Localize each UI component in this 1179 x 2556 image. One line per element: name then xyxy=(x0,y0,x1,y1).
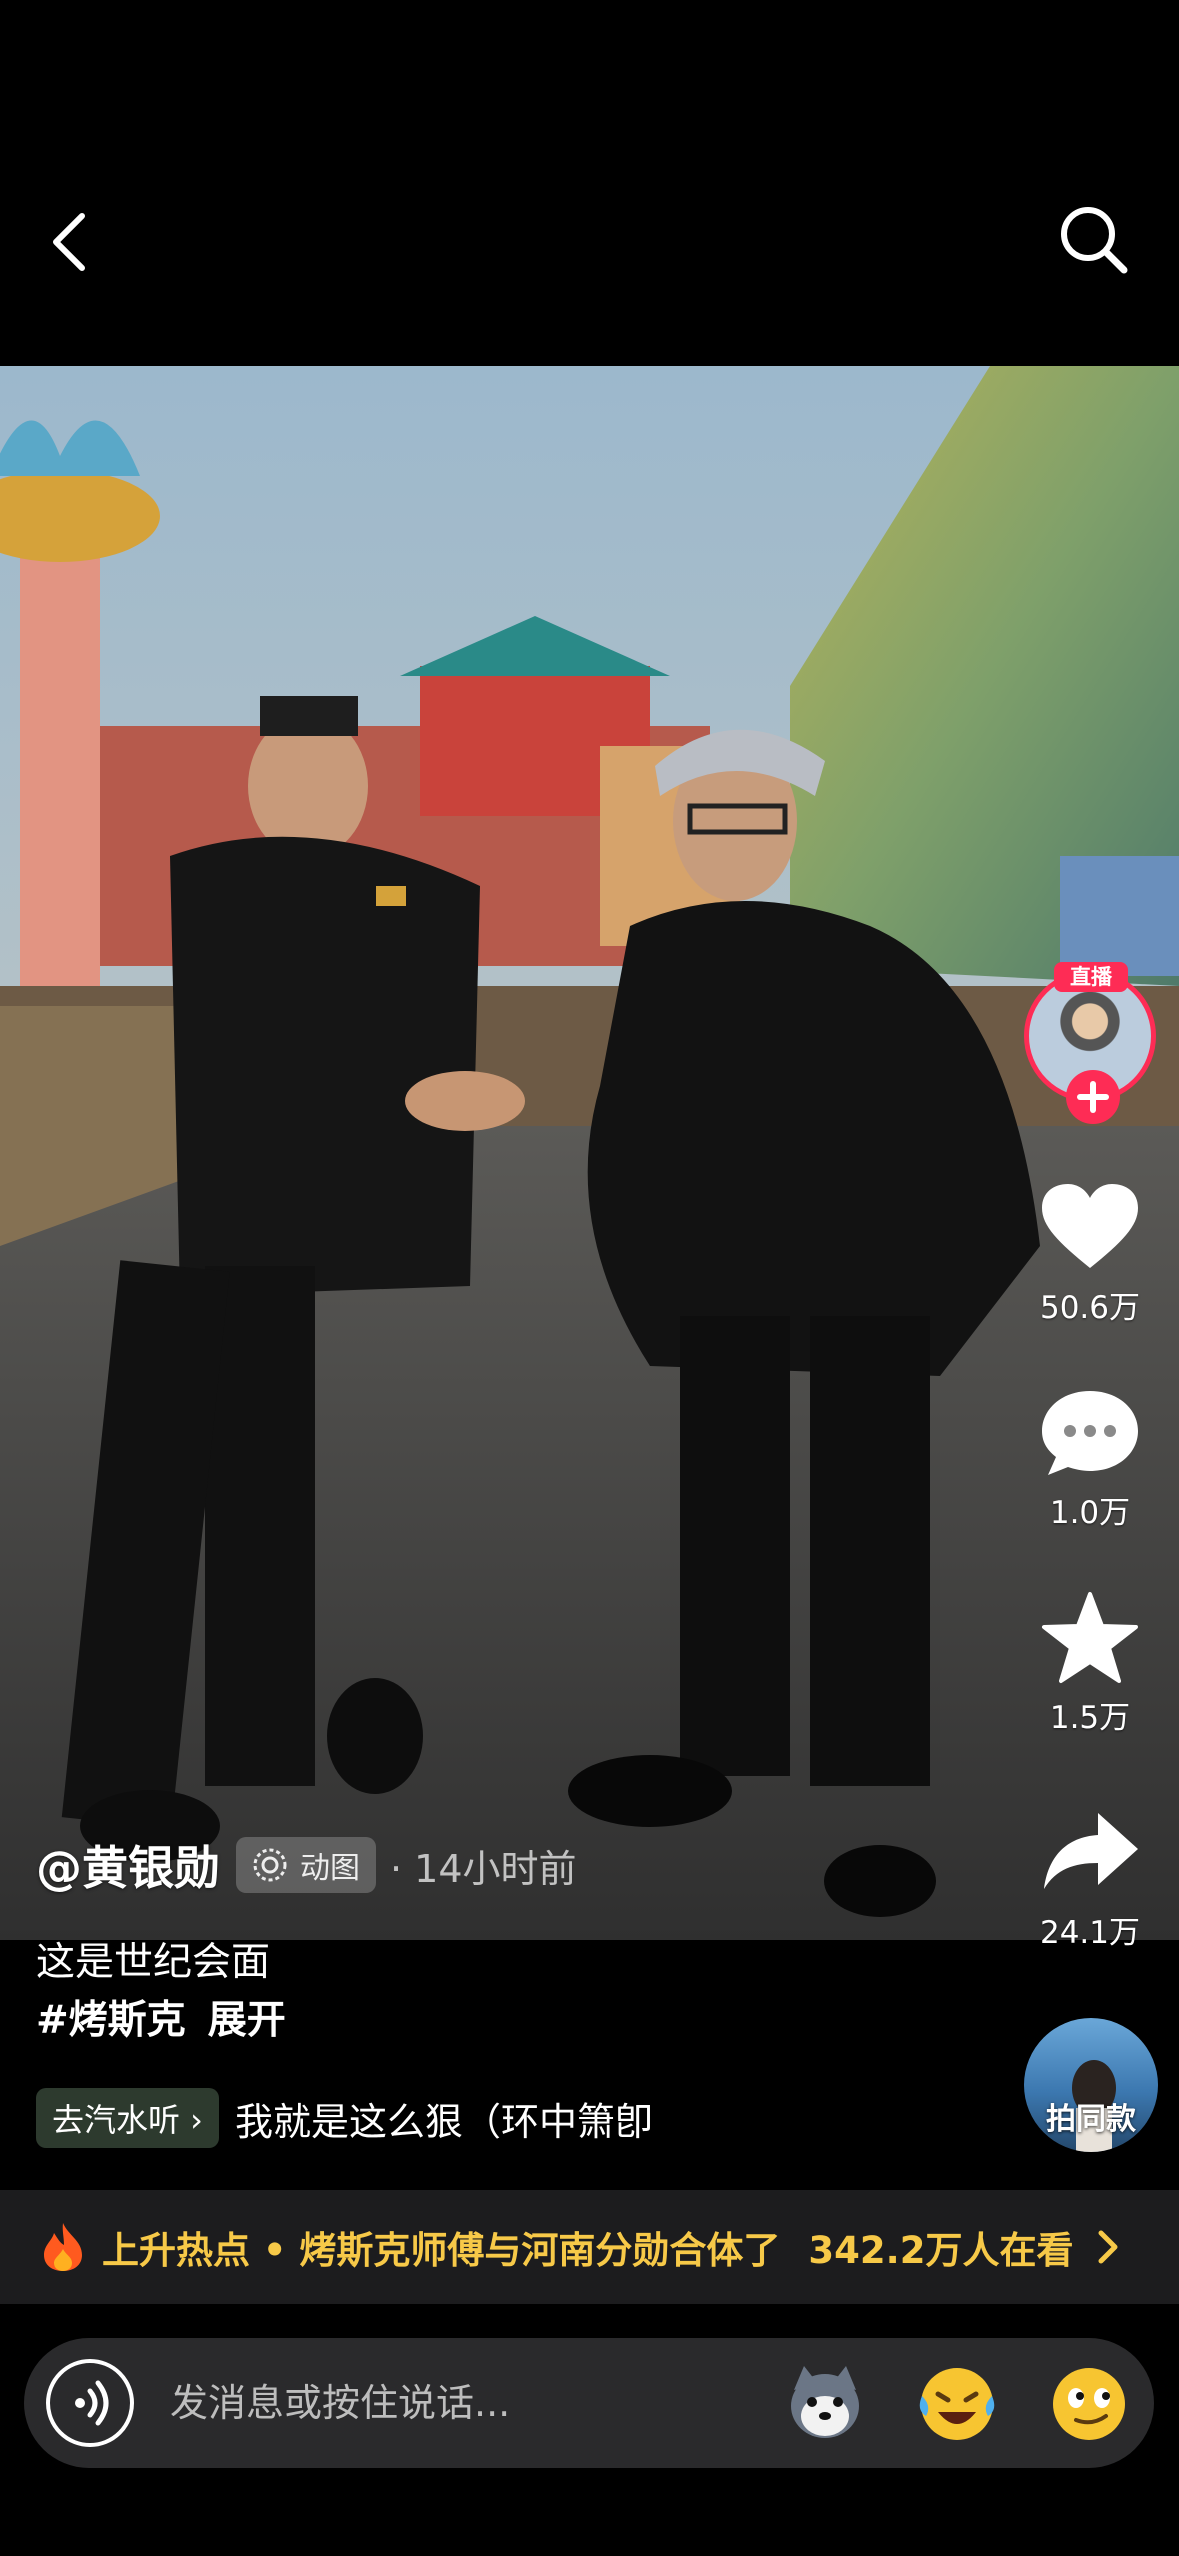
top-bar xyxy=(0,0,1179,366)
expand-caption-button[interactable]: 展开 xyxy=(208,1992,286,2050)
comment-icon xyxy=(1042,1391,1138,1475)
media-type-tag: 动图 xyxy=(236,1837,376,1893)
media-type-label: 动图 xyxy=(300,1851,360,1886)
listen-in-soda-button[interactable]: 去汽水听 › xyxy=(36,2088,219,2148)
husky-emoji-button[interactable] xyxy=(782,2360,868,2446)
post-time: · 14小时前 xyxy=(390,1846,577,1891)
like-button[interactable]: 50.6万 xyxy=(1010,1180,1170,1327)
star-icon xyxy=(1042,1592,1138,1683)
share-button[interactable]: 24.1万 xyxy=(1010,1805,1170,1952)
favorite-button[interactable]: 1.5万 xyxy=(1010,1590,1170,1737)
comment-button[interactable]: 1.0万 xyxy=(1010,1385,1170,1532)
laughing-crying-emoji-button[interactable] xyxy=(914,2360,1000,2446)
voice-wave-icon xyxy=(75,2380,109,2426)
gif-motion-icon xyxy=(253,1848,287,1882)
hashtag-link[interactable]: #烤斯克 xyxy=(36,1992,186,2050)
trending-topic: 上升热点 • 烤斯克师傅与河南分勋合体了 xyxy=(102,2229,781,2272)
message-input[interactable] xyxy=(170,2370,730,2436)
smirk-emoji-button[interactable] xyxy=(1046,2360,1132,2446)
plus-icon xyxy=(1077,1081,1109,1113)
comment-count: 1.0万 xyxy=(1049,1495,1131,1531)
video-frame-image xyxy=(0,366,1179,1940)
follow-plus-button[interactable] xyxy=(1066,1070,1120,1124)
search-button[interactable] xyxy=(1054,200,1134,280)
husky-emoji-icon xyxy=(791,2366,859,2438)
author-line: @黄银勋 动图 · 14小时前 xyxy=(36,1833,577,1897)
chevron-left-icon xyxy=(53,213,85,271)
live-badge: 直播 xyxy=(1054,962,1128,992)
caption: 这是世纪会面 #烤斯克 展开 xyxy=(36,1934,286,2050)
laughing-crying-emoji-icon xyxy=(919,2368,995,2440)
video-player[interactable] xyxy=(0,366,1179,1940)
favorite-count: 1.5万 xyxy=(1049,1700,1131,1736)
voice-input-button[interactable] xyxy=(46,2359,134,2447)
shoot-same-style-label: 拍同款 xyxy=(1046,2102,1136,2137)
trending-banner[interactable]: 上升热点 • 烤斯克师傅与河南分勋合体了 342.2万人在看 xyxy=(0,2190,1179,2304)
music-title[interactable]: 我就是这么狠（环中箫卽 xyxy=(235,2091,653,2146)
back-button[interactable] xyxy=(38,206,102,278)
message-composer xyxy=(24,2338,1154,2468)
shoot-same-style-button[interactable]: 拍同款 xyxy=(1024,2018,1158,2152)
chevron-right-icon xyxy=(1098,2230,1118,2264)
fire-icon xyxy=(44,2223,82,2271)
share-count: 24.1万 xyxy=(1039,1915,1141,1951)
caption-text: 这是世纪会面 xyxy=(36,1940,271,1985)
trending-viewers: 342.2万人在看 xyxy=(808,2229,1074,2272)
heart-icon xyxy=(1042,1184,1138,1268)
author-avatar-button[interactable]: 直播 xyxy=(1024,960,1158,1124)
author-name[interactable]: @黄银勋 xyxy=(36,1832,220,1898)
search-icon xyxy=(1061,207,1128,274)
music-row: 去汽水听 › 我就是这么狠（环中箫卽 xyxy=(36,2088,653,2148)
like-count: 50.6万 xyxy=(1039,1290,1141,1326)
share-arrow-icon xyxy=(1044,1813,1138,1889)
smirk-emoji-icon xyxy=(1053,2368,1125,2440)
